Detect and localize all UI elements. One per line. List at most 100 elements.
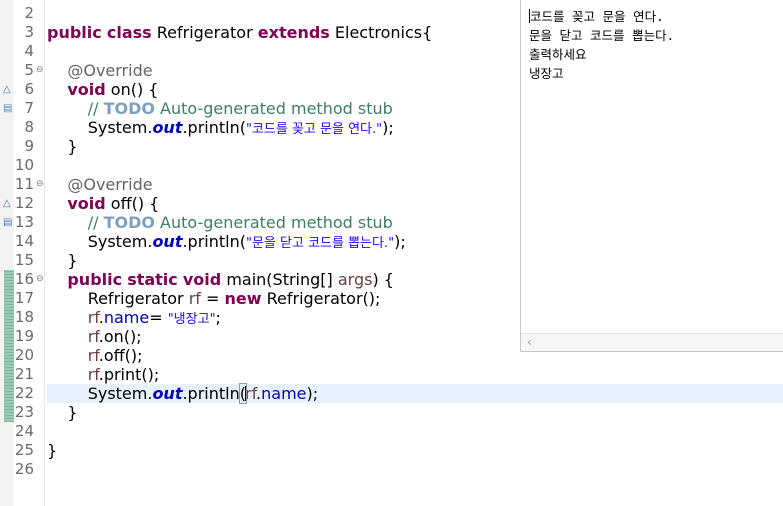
scroll-left-arrow-icon[interactable]: ‹ — [527, 334, 532, 351]
console-line: 출력하세요 — [529, 47, 587, 62]
line-number: 19 — [14, 327, 34, 345]
code-text: main(String[] — [226, 270, 338, 289]
code-text: = — [149, 308, 168, 327]
code-text: .on(); — [98, 327, 142, 346]
keyword: class — [106, 23, 152, 42]
line-number: 21 — [14, 365, 34, 383]
line-number-ruler: 2 3 4 5 6 7 8 9 10 11 12 13 14 15 16 17 … — [0, 0, 45, 506]
code-text: ; — [215, 308, 221, 327]
local-variable: rf — [244, 384, 257, 403]
keyword: extends — [257, 23, 330, 42]
keyword: public — [47, 23, 102, 42]
code-text: System. — [87, 384, 153, 403]
override-triangle-icon[interactable]: △ — [3, 80, 11, 99]
code-text: .println( — [182, 118, 246, 137]
code-line-close-brace[interactable]: } — [47, 441, 783, 460]
keyword: static — [127, 270, 178, 289]
line-number: 24 — [14, 422, 34, 440]
keyword: void — [182, 270, 222, 289]
code-text: } — [67, 403, 78, 422]
string-literal: "냉장고" — [167, 312, 216, 327]
line-number: 10 — [14, 156, 34, 174]
keyword: new — [224, 289, 262, 308]
line-number: 3 — [24, 23, 34, 41]
line-number: 20 — [14, 346, 34, 364]
console-text: 코드를 꽂고 문을 연다. — [530, 9, 664, 24]
console-line: 문을 닫고 코드를 뽑는다. — [529, 28, 675, 43]
code-text: Refrigerator(); — [261, 289, 381, 308]
code-text: System. — [87, 232, 153, 251]
fold-minus-icon[interactable]: ⊖ — [36, 175, 44, 194]
code-text: .println( — [182, 232, 246, 251]
parent-class: Electronics{ — [334, 23, 433, 42]
line-number: 15 — [14, 251, 34, 269]
local-variable: rf — [87, 308, 99, 327]
keyword: void — [67, 194, 106, 213]
implement-marker-icon[interactable]: ▤ — [3, 99, 12, 118]
string-literal: "코드를 꽂고 문을 연다." — [245, 122, 383, 137]
method-signature: off() { — [110, 194, 160, 213]
local-variable: rf — [87, 346, 99, 365]
code-text: } — [67, 251, 78, 270]
keyword: void — [67, 80, 106, 99]
code-line-current[interactable]: System.out.println(rf.name); — [47, 383, 783, 404]
parameter: args — [337, 270, 373, 289]
static-field: out — [152, 232, 183, 251]
string-literal: "문을 닫고 코드를 뽑는다." — [245, 236, 395, 251]
local-variable: rf — [87, 365, 99, 384]
line-number: 2 — [24, 4, 34, 22]
code-text: .println — [182, 384, 240, 403]
line-number: 18 — [14, 308, 34, 326]
code-text: } — [47, 441, 58, 460]
annotation: @Override — [67, 175, 153, 194]
code-text: ); — [382, 118, 394, 137]
line-number: 22 — [14, 384, 34, 402]
comment: Auto-generated method stub — [154, 213, 393, 232]
code-text: } — [67, 137, 78, 156]
annotation: @Override — [67, 61, 153, 80]
code-text: ) { — [372, 270, 394, 289]
console-output[interactable]: 코드를 꽂고 문을 연다. 문을 닫고 코드를 뽑는다. 출력하세요 냉장고 — [529, 7, 674, 83]
code-text: Refrigerator — [87, 289, 189, 308]
line-number: 26 — [14, 460, 34, 478]
comment: Auto-generated method stub — [154, 99, 393, 118]
code-line-call-print[interactable]: rf.print(); — [47, 365, 783, 384]
override-triangle-icon[interactable]: △ — [3, 194, 11, 213]
todo-tag: TODO — [103, 213, 155, 232]
code-text: ); — [306, 384, 319, 403]
horizontal-scrollbar[interactable]: ‹ — [521, 333, 783, 351]
method-signature: on() { — [110, 80, 159, 99]
local-variable: rf — [188, 289, 201, 308]
keyword: public — [67, 270, 123, 289]
static-field: out — [152, 384, 183, 403]
code-line-close-brace[interactable]: } — [47, 403, 783, 422]
todo-tag: TODO — [103, 99, 155, 118]
line-number: 16 — [14, 270, 34, 288]
class-name: Refrigerator — [156, 23, 253, 42]
line-number: 25 — [14, 441, 34, 459]
field: name — [261, 384, 307, 403]
code-text: .off(); — [98, 346, 143, 365]
code-text: ); — [394, 232, 406, 251]
console-view[interactable]: 코드를 꽂고 문을 연다. 문을 닫고 코드를 뽑는다. 출력하세요 냉장고 ‹ — [520, 0, 783, 352]
console-line: 코드를 꽂고 문을 연다. — [529, 7, 674, 26]
field: name — [103, 308, 150, 327]
local-variable: rf — [87, 327, 99, 346]
code-text: = — [200, 289, 225, 308]
code-text: System. — [87, 118, 153, 137]
line-number: 5 — [24, 61, 34, 79]
comment: // — [87, 99, 104, 118]
line-number: 23 — [14, 403, 34, 421]
fold-minus-icon[interactable]: ⊖ — [36, 61, 44, 80]
line-number: 11 — [14, 175, 34, 193]
line-number: 8 — [24, 118, 34, 136]
comment: // — [87, 213, 104, 232]
console-line: 냉장고 — [529, 66, 564, 81]
implement-marker-icon[interactable]: ▤ — [3, 213, 12, 232]
static-field: out — [152, 118, 183, 137]
fold-minus-icon[interactable]: ⊖ — [36, 270, 44, 289]
line-number: 14 — [14, 232, 34, 250]
code-text: .print(); — [98, 365, 160, 384]
line-number: 9 — [24, 137, 34, 155]
line-number: 17 — [14, 289, 34, 307]
